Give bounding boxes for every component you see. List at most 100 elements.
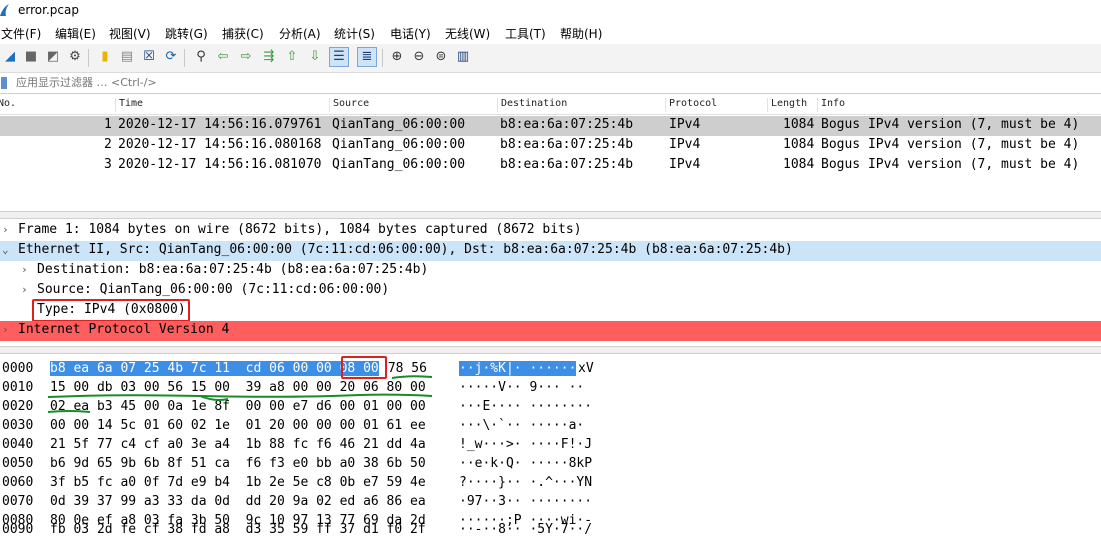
- byte-offset: 0040: [2, 437, 34, 452]
- packet-length: 1084: [783, 157, 815, 172]
- menu-analyze[interactable]: 分析(A): [279, 25, 321, 42]
- menu-edit[interactable]: 编辑(E): [55, 25, 96, 42]
- menu-view[interactable]: 视图(V): [109, 25, 151, 42]
- go-to-packet-icon[interactable]: ⇶: [260, 48, 278, 66]
- byte-offset: 0060: [2, 475, 34, 490]
- hex-bytes: fb 03 2d fe cf 38 fd a8 d3 35 59 ff 37 d…: [50, 522, 426, 537]
- column-length[interactable]: Length: [767, 98, 807, 112]
- first-packet-icon[interactable]: ⇧: [283, 48, 301, 66]
- pane-splitter[interactable]: [0, 211, 1101, 219]
- packet-length: 1084: [783, 137, 815, 152]
- detail-text: Internet Protocol Version 4: [18, 322, 230, 337]
- packet-row[interactable]: 2 2020-12-17 14:56:16.080168 QianTang_06…: [0, 136, 1101, 156]
- last-packet-icon[interactable]: ⇩: [306, 48, 324, 66]
- menu-wireless[interactable]: 无线(W): [445, 25, 490, 42]
- close-file-icon[interactable]: ☒: [140, 48, 158, 66]
- bytes-row[interactable]: 0090 fb 03 2d fe cf 38 fd a8 d3 35 59 ff…: [0, 521, 1101, 541]
- column-protocol[interactable]: Protocol: [665, 98, 717, 112]
- expand-arrow-icon[interactable]: ›: [2, 323, 9, 336]
- main-toolbar: ◢ ■ ◩ ⚙ ▮ ▤ ☒ ⟳ ⚲ ⇦ ⇨ ⇶ ⇧ ⇩ ☰ ≣ ⊕ ⊖ ⊜ ▥: [0, 44, 1101, 73]
- bytes-row[interactable]: 0060 3f b5 fc a0 0f 7d e9 b4 1b 2e 5e c8…: [0, 474, 1101, 494]
- menu-help[interactable]: 帮助(H): [560, 25, 602, 42]
- wireshark-fin-icon: [0, 4, 9, 16]
- find-icon[interactable]: ⚲: [192, 48, 210, 66]
- zoom-out-icon[interactable]: ⊖: [410, 48, 428, 66]
- column-source[interactable]: Source: [329, 98, 369, 112]
- annotation-red-box-type: [32, 299, 190, 322]
- expand-arrow-icon[interactable]: ›: [2, 223, 9, 236]
- colorize-icon[interactable]: ≣: [357, 47, 377, 67]
- ascii-bytes: ?····}·· ·.^···YN: [459, 475, 593, 490]
- bytes-row[interactable]: 0050 b6 9d 65 9b 6b 8f 51 ca f6 f3 e0 bb…: [0, 455, 1101, 475]
- autoscroll-icon[interactable]: ☰: [329, 47, 349, 67]
- packet-info: Bogus IPv4 version (7, must be 4): [821, 117, 1080, 132]
- display-filter-input[interactable]: [16, 74, 1096, 91]
- hex-bytes: b6 9d 65 9b 6b 8f 51 ca f6 f3 e0 bb a0 3…: [50, 456, 426, 471]
- save-file-icon[interactable]: ▤: [118, 48, 136, 66]
- column-time[interactable]: Time: [115, 98, 143, 112]
- column-info[interactable]: Info: [817, 98, 845, 112]
- detail-source[interactable]: › Source: QianTang_06:00:00 (7c:11:cd:06…: [0, 281, 1101, 301]
- detail-ipv4[interactable]: › Internet Protocol Version 4: [0, 321, 1101, 341]
- menu-statistics[interactable]: 统计(S): [334, 25, 375, 42]
- hex-bytes: 00 00 14 5c 01 60 02 1e 01 20 00 00 00 0…: [50, 418, 426, 433]
- packet-row[interactable]: 1 2020-12-17 14:56:16.079761 QianTang_06…: [0, 116, 1101, 136]
- menu-tools[interactable]: 工具(T): [505, 25, 546, 42]
- packet-source: QianTang_06:00:00: [332, 137, 466, 152]
- packet-time: 2020-12-17 14:56:16.080168: [118, 137, 322, 152]
- forward-arrow-icon[interactable]: ⇨: [237, 48, 255, 66]
- resize-columns-icon[interactable]: ▥: [454, 48, 472, 66]
- normal-size-icon[interactable]: ⊜: [432, 48, 450, 66]
- menu-telephony[interactable]: 电话(Y): [390, 25, 431, 42]
- ascii-bytes: ·····V·· 9··· ··: [459, 380, 585, 395]
- bytes-row[interactable]: 0030 00 00 14 5c 01 60 02 1e 01 20 00 00…: [0, 417, 1101, 437]
- ascii-bytes: ···E···· ········: [459, 399, 593, 414]
- packet-destination: b8:ea:6a:07:25:4b: [500, 117, 634, 132]
- byte-offset: 0030: [2, 418, 34, 433]
- detail-ethernet[interactable]: ⌄ Ethernet II, Src: QianTang_06:00:00 (7…: [0, 241, 1101, 261]
- restart-icon[interactable]: ◩: [44, 48, 62, 66]
- detail-destination[interactable]: › Destination: b8:ea:6a:07:25:4b (b8:ea:…: [0, 261, 1101, 281]
- shark-fin-icon[interactable]: ◢: [1, 48, 19, 66]
- reload-icon[interactable]: ⟳: [162, 48, 180, 66]
- bytes-row[interactable]: 0070 0d 39 37 99 a3 33 da 0d dd 20 9a 02…: [0, 493, 1101, 513]
- annotation-green-underline: [47, 375, 433, 413]
- detail-frame[interactable]: › Frame 1: 1084 bytes on wire (8672 bits…: [0, 221, 1101, 241]
- ascii-bytes: ··e·k·Q· ·····8kP: [459, 456, 593, 471]
- packet-row[interactable]: 3 2020-12-17 14:56:16.081070 QianTang_06…: [0, 156, 1101, 176]
- back-arrow-icon[interactable]: ⇦: [214, 48, 232, 66]
- column-destination[interactable]: Destination: [497, 98, 567, 112]
- ascii-selected: ··j·%K|· ······: [459, 361, 577, 376]
- pane-splitter[interactable]: [0, 346, 1101, 354]
- packet-source: QianTang_06:00:00: [332, 157, 466, 172]
- toolbar-separator: [88, 49, 89, 67]
- toolbar-separator: [382, 49, 383, 67]
- expand-arrow-icon[interactable]: ›: [21, 283, 28, 296]
- window-title: error.pcap: [18, 3, 79, 17]
- ascii-bytes: ···\·`·· ·····a·: [459, 418, 585, 433]
- packet-time: 2020-12-17 14:56:16.079761: [118, 117, 322, 132]
- column-no[interactable]: No.: [0, 98, 16, 112]
- detail-text: Destination: b8:ea:6a:07:25:4b (b8:ea:6a…: [37, 262, 429, 277]
- detail-text: Source: QianTang_06:00:00 (7c:11:cd:06:0…: [37, 282, 390, 297]
- byte-offset: 0050: [2, 456, 34, 471]
- packet-protocol: IPv4: [669, 157, 701, 172]
- zoom-in-icon[interactable]: ⊕: [388, 48, 406, 66]
- packet-source: QianTang_06:00:00: [332, 117, 466, 132]
- hex-bytes: 21 5f 77 c4 cf a0 3e a4 1b 88 fc f6 46 2…: [50, 437, 426, 452]
- options-gear-icon[interactable]: ⚙: [66, 48, 84, 66]
- menu-go[interactable]: 跳转(G): [165, 25, 208, 42]
- bookmark-icon[interactable]: [1, 77, 7, 89]
- collapse-arrow-icon[interactable]: ⌄: [2, 243, 9, 256]
- packet-no: 3: [104, 157, 112, 172]
- bytes-row[interactable]: 0040 21 5f 77 c4 cf a0 3e a4 1b 88 fc f6…: [0, 436, 1101, 456]
- menu-capture[interactable]: 捕获(C): [222, 25, 264, 42]
- byte-offset: 0090: [2, 522, 34, 537]
- hex-bytes: 3f b5 fc a0 0f 7d e9 b4 1b 2e 5e c8 0b e…: [50, 475, 426, 490]
- open-file-icon[interactable]: ▮: [96, 48, 114, 66]
- stop-icon[interactable]: ■: [22, 48, 40, 66]
- expand-arrow-icon[interactable]: ›: [21, 263, 28, 276]
- packet-no: 1: [104, 117, 112, 132]
- menu-file[interactable]: 文件(F): [1, 25, 41, 42]
- display-filter-bar: [0, 73, 1101, 94]
